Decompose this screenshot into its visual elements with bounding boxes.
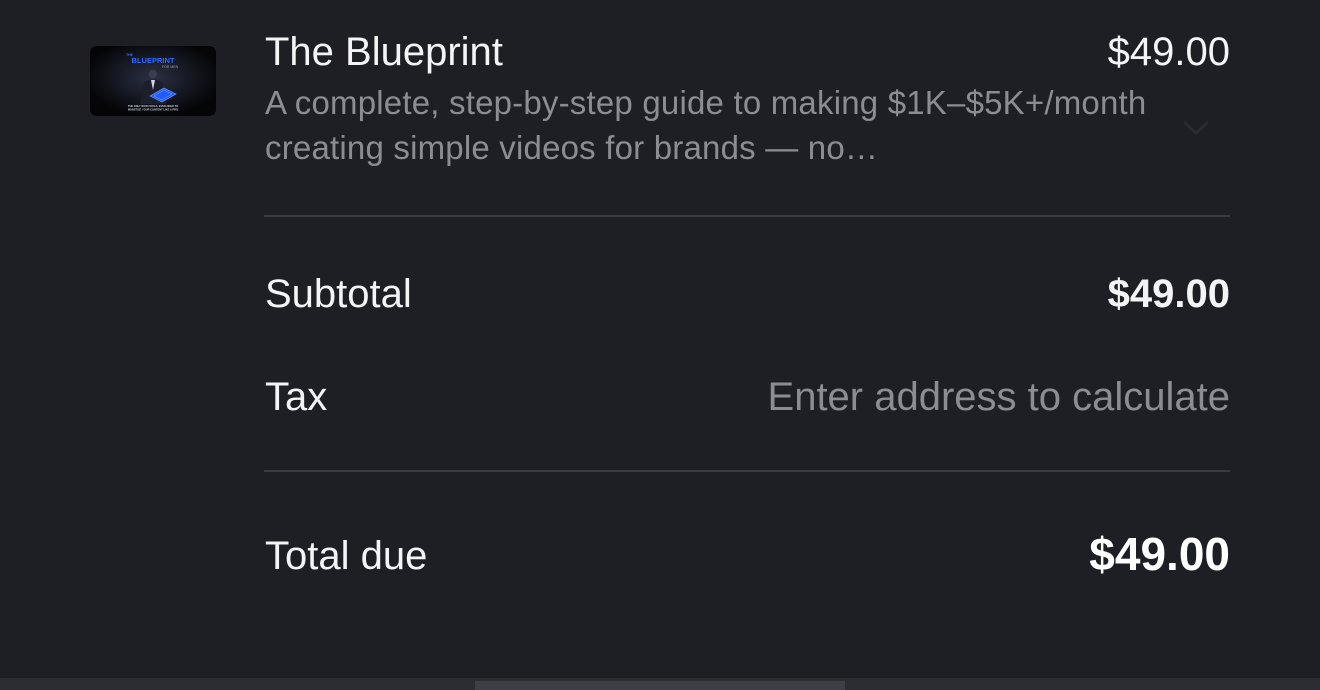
product-price: $49.00 xyxy=(1107,30,1230,74)
total-due-label: Total due xyxy=(265,534,428,578)
product-thumbnail-art: THE BLUEPRINT FOR MEN THE ONLY NOW FOOLS… xyxy=(90,46,216,116)
divider xyxy=(264,470,1230,472)
figure-head-shape xyxy=(148,69,158,79)
product-thumbnail: THE BLUEPRINT FOR MEN THE ONLY NOW FOOLS… xyxy=(90,46,216,116)
tax-value: Enter address to calculate xyxy=(767,375,1230,419)
chevron-down-icon[interactable] xyxy=(1181,116,1211,140)
thumbnail-caption-2: MONETIZE YOUR CONTENT LIKE A PRO xyxy=(128,108,178,112)
total-due-value: $49.00 xyxy=(1089,528,1230,580)
thumbnail-caption-1: THE ONLY NOW FOOLS, EVER NEED TO xyxy=(128,104,178,108)
subtotal-label: Subtotal xyxy=(265,272,412,316)
subtotal-value: $49.00 xyxy=(1107,272,1230,316)
divider xyxy=(264,215,1230,217)
tax-label: Tax xyxy=(265,375,328,419)
product-name: The Blueprint xyxy=(265,30,503,74)
product-description: A complete, step-by-step guide to making… xyxy=(265,84,1147,166)
thumbnail-subtitle: FOR MEN xyxy=(162,65,179,69)
thumbnail-title: BLUEPRINT xyxy=(132,56,175,65)
scrollbar-thumb[interactable] xyxy=(475,681,845,690)
